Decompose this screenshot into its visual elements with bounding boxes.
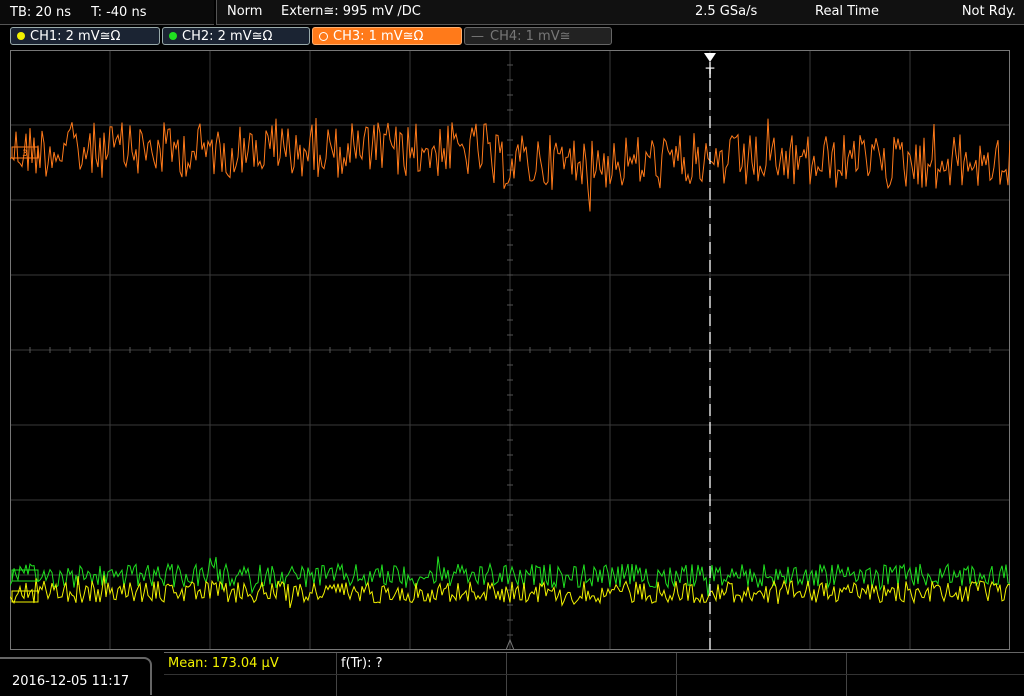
trigger-offset-label: T: -40 ns (91, 4, 147, 20)
channel-3-tag-label: 3 (22, 149, 28, 159)
channel-4-tab[interactable]: — CH4: 1 mV≅ (464, 27, 612, 45)
channel-3-dot (319, 31, 328, 41)
channel-3-tab[interactable]: CH3: 1 mV≅Ω (312, 27, 462, 45)
channel-2-dot (169, 32, 177, 40)
channel-3-label: CH3: 1 mV≅Ω (333, 28, 424, 44)
channel-1-dot (17, 32, 25, 40)
channel-4-off-icon: — (471, 28, 484, 44)
datetime: 2016-12-05 11:17 (12, 674, 130, 689)
status-bar: Norm Extern≅: 995 mV ∕DC 2.5 GSa/s Real … (216, 0, 1024, 25)
channel-2-label: CH2: 2 mV≅Ω (182, 28, 273, 44)
trigger-mode[interactable]: Norm (227, 4, 262, 19)
channel-bar: CH1: 2 mV≅Ω CH2: 2 mV≅Ω CH3: 1 mV≅Ω — CH… (0, 26, 1024, 48)
channel-1-tab[interactable]: CH1: 2 mV≅Ω (10, 27, 160, 45)
measurement-mean: Mean: 173.04 µV (168, 656, 279, 671)
channel-1-label: CH1: 2 mV≅Ω (30, 28, 121, 44)
trigger-marker-icon[interactable] (704, 53, 716, 62)
acquisition-mode[interactable]: Real Time (815, 4, 879, 19)
timebase-panel[interactable]: TB: 20 ns T: -40 ns (0, 0, 214, 25)
trigger-source[interactable]: Extern≅: 995 mV ∕DC (281, 4, 421, 19)
measurement-freq: f(Tr): ? (341, 656, 383, 671)
timebase-label: TB: 20 ns (10, 4, 72, 20)
measurement-divider (164, 674, 1024, 675)
waveform-display[interactable]: T 3 (10, 50, 1010, 650)
trigger-marker-label: T (705, 66, 715, 82)
channel-2-tab[interactable]: CH2: 2 mV≅Ω (162, 27, 310, 45)
channel-4-label: CH4: 1 mV≅ (490, 28, 571, 44)
measurement-panel: Mean: 173.04 µV f(Tr): ? (164, 652, 1024, 696)
acquisition-state: Not Rdy. (961, 4, 1016, 19)
sample-rate: 2.5 GSa/s (695, 4, 758, 19)
datetime-panel: 2016-12-05 11:17 (0, 657, 152, 695)
